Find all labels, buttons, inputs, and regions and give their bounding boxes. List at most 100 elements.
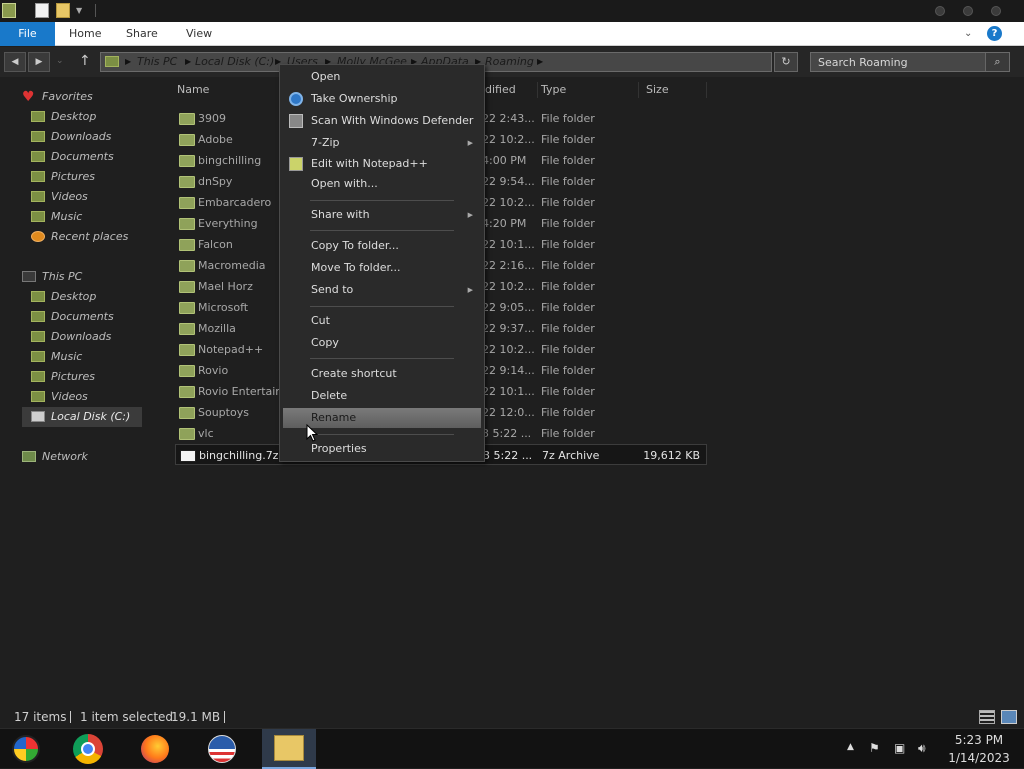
ribbon-expand-icon[interactable]: ⌄ [964, 28, 972, 39]
column-divider [706, 82, 707, 98]
search-box[interactable]: ⌕ [810, 52, 1010, 72]
tab-file[interactable]: File [0, 22, 55, 46]
close-button[interactable] [991, 6, 1001, 16]
menu-take-ownership[interactable]: Take Ownership [283, 89, 481, 109]
tab-view[interactable]: View [186, 22, 212, 46]
gear-icon [289, 92, 303, 106]
mouse-cursor-icon [306, 424, 318, 442]
videos-icon [31, 391, 45, 402]
music-icon [31, 211, 45, 222]
videos-icon [31, 191, 45, 202]
folder-icon [179, 155, 195, 167]
desktop-icon [31, 291, 45, 302]
menu-scan-defender[interactable]: Scan With Windows Defender [283, 111, 481, 131]
status-divider [70, 711, 71, 723]
action-center-flag-icon[interactable]: ⚑ [869, 741, 880, 755]
menu-copy[interactable]: Copy [283, 333, 481, 353]
explorer-icon[interactable] [2, 3, 16, 18]
column-divider [537, 82, 538, 98]
menu-delete[interactable]: Delete [283, 386, 481, 406]
column-header-name[interactable]: Name [177, 81, 209, 99]
submenu-arrow-icon: ▶ [467, 139, 473, 147]
pictures-icon [31, 371, 45, 382]
back-button[interactable]: ◀ [4, 52, 26, 72]
network-tray-icon[interactable]: ▣ [894, 741, 905, 755]
documents-icon [31, 311, 45, 322]
recent-locations-icon[interactable]: ⌄ [56, 56, 64, 66]
clock-time: 5:23 PM [954, 733, 1004, 747]
large-icons-view-icon[interactable] [1001, 710, 1017, 724]
menu-separator [310, 358, 454, 359]
defender-icon [289, 114, 303, 128]
desktop-icon [31, 111, 45, 122]
menu-open-with[interactable]: Open with... [283, 174, 481, 194]
folder-icon [179, 386, 195, 398]
breadcrumb-separator-icon: ▶ [537, 57, 544, 66]
menu-separator [310, 434, 454, 435]
notepad-icon [289, 157, 303, 171]
column-header-date-modified[interactable]: dified [485, 81, 516, 99]
menu-properties[interactable]: Properties [283, 439, 481, 459]
taskbar-active-app[interactable] [262, 729, 316, 769]
menu-separator [310, 200, 454, 201]
status-bar: 17 items 1 item selected 19.1 MB [0, 706, 1024, 728]
menu-move-to-folder[interactable]: Move To folder... [283, 258, 481, 278]
menu-cut[interactable]: Cut [283, 311, 481, 331]
clock[interactable]: 5:23 PM 1/14/2023 [944, 733, 1014, 765]
menu-create-shortcut[interactable]: Create shortcut [283, 364, 481, 384]
volume-icon[interactable]: 🔊︎ [918, 741, 926, 756]
breadcrumb-this-pc[interactable]: This PC [137, 53, 177, 71]
music-icon [31, 351, 45, 362]
search-icon[interactable]: ⌕ [985, 53, 1009, 71]
clock-date: 1/14/2023 [948, 751, 1010, 765]
recent-places-icon [31, 231, 45, 242]
qat-dropdown-icon[interactable]: ▼ [76, 6, 82, 15]
campaign-logo-icon[interactable] [204, 731, 240, 767]
breadcrumb-roaming[interactable]: Roaming [485, 53, 534, 71]
chrome-icon[interactable] [70, 731, 106, 767]
address-row: ◀ ▶ ⌄ ↑ ▶ This PC ▶ Local Disk (C:) ▶ Us… [0, 47, 1024, 77]
firefox-icon[interactable] [137, 731, 173, 767]
folder-icon [179, 134, 195, 146]
tab-home[interactable]: Home [69, 22, 101, 46]
menu-open[interactable]: Open [283, 67, 481, 87]
folder-icon [179, 365, 195, 377]
refresh-button[interactable]: ↻ [774, 52, 798, 72]
minimize-button[interactable] [935, 6, 945, 16]
folder-icon [179, 281, 195, 293]
submenu-arrow-icon: ▶ [467, 286, 473, 294]
file-explorer-icon [274, 735, 304, 761]
documents-icon [31, 151, 45, 162]
downloads-icon [31, 331, 45, 342]
menu-copy-to-folder[interactable]: Copy To folder... [283, 236, 481, 256]
menu-share-with[interactable]: Share with ▶ [283, 205, 481, 225]
taskbar: ▲ ⚑ ▣ 🔊︎ 5:23 PM 1/14/2023 [0, 728, 1024, 769]
folder-icon [179, 302, 195, 314]
show-hidden-icons[interactable]: ▲ [847, 742, 854, 752]
search-input[interactable] [811, 53, 985, 71]
details-view-icon[interactable] [979, 710, 995, 724]
folder-icon [179, 218, 195, 230]
menu-7zip[interactable]: 7-Zip ▶ [283, 133, 481, 153]
drive-icon [31, 411, 45, 422]
breadcrumb-separator-icon: ▶ [185, 57, 192, 66]
menu-send-to[interactable]: Send to ▶ [283, 280, 481, 300]
status-item-count: 17 items [14, 710, 67, 724]
forward-button[interactable]: ▶ [28, 52, 50, 72]
context-menu: Open Take Ownership Scan With Windows De… [279, 64, 485, 462]
up-button[interactable]: ↑ [79, 53, 91, 69]
new-folder-icon[interactable] [56, 3, 70, 18]
menu-edit-notepadpp[interactable]: Edit with Notepad++ [283, 154, 481, 174]
column-header-type[interactable]: Type [541, 81, 566, 99]
help-icon[interactable]: ? [987, 26, 1002, 41]
folder-icon [179, 239, 195, 251]
breadcrumb-local-disk[interactable]: Local Disk (C:) [195, 53, 274, 71]
folder-icon [179, 323, 195, 335]
maximize-button[interactable] [963, 6, 973, 16]
folder-icon [179, 260, 195, 272]
tab-share[interactable]: Share [126, 22, 158, 46]
properties-icon[interactable] [35, 3, 49, 18]
start-button[interactable] [8, 731, 44, 767]
ribbon-tabs: File Home Share View ⌄ ? [0, 22, 1024, 46]
column-header-size[interactable]: Size [646, 81, 669, 99]
